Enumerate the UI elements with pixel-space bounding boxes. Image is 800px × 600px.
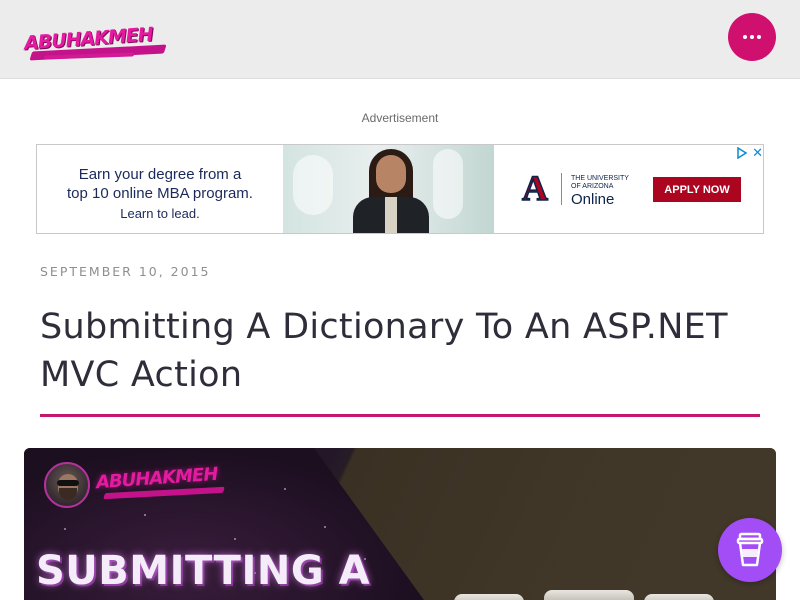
ad-label: Advertisement [361, 111, 439, 125]
adchoices-icon[interactable] [736, 147, 748, 159]
ad-photo [283, 145, 494, 233]
apply-now-button[interactable]: APPLY NOW [653, 177, 741, 202]
hero-image: ABUHAKMEH SUBMITTING A [24, 448, 776, 600]
ad-close-icon[interactable]: ✕ [752, 146, 763, 159]
university-logo: A THE UNIVERSITY OF ARIZONA Online [517, 169, 647, 209]
hero-device [544, 590, 634, 600]
author-avatar [44, 462, 90, 508]
hero-heading: SUBMITTING A [36, 548, 371, 594]
buy-me-a-coffee-button[interactable] [718, 518, 782, 582]
post-title: Submitting A Dictionary To An ASP.NET MV… [40, 307, 728, 395]
site-logo[interactable]: ABUHAKMEH [22, 22, 172, 64]
university-online: Online [571, 191, 615, 208]
ad-copy[interactable]: Earn your degree from a top 10 online MB… [37, 145, 283, 233]
coffee-cup-icon [736, 532, 764, 567]
menu-button[interactable] [728, 13, 776, 61]
ad-headline-line1: Earn your degree from a [78, 166, 242, 183]
site-header: ABUHAKMEH [0, 0, 800, 79]
logo-divider [561, 173, 562, 205]
university-name: THE UNIVERSITY OF ARIZONA [571, 175, 629, 190]
ad-banner[interactable]: Earn your degree from a top 10 online MB… [36, 144, 764, 234]
ad-tagline: Learn to lead. [120, 206, 200, 221]
ad-headline-line2: top 10 online MBA program. [67, 185, 253, 202]
ad-choices[interactable]: ✕ [733, 146, 763, 160]
hero-device [644, 594, 714, 600]
university-mark: A [521, 168, 549, 208]
post-date: SEPTEMBER 10, 2015 [40, 264, 211, 279]
title-divider [40, 414, 760, 417]
hero-device [454, 594, 524, 600]
more-dots-icon [743, 35, 761, 39]
